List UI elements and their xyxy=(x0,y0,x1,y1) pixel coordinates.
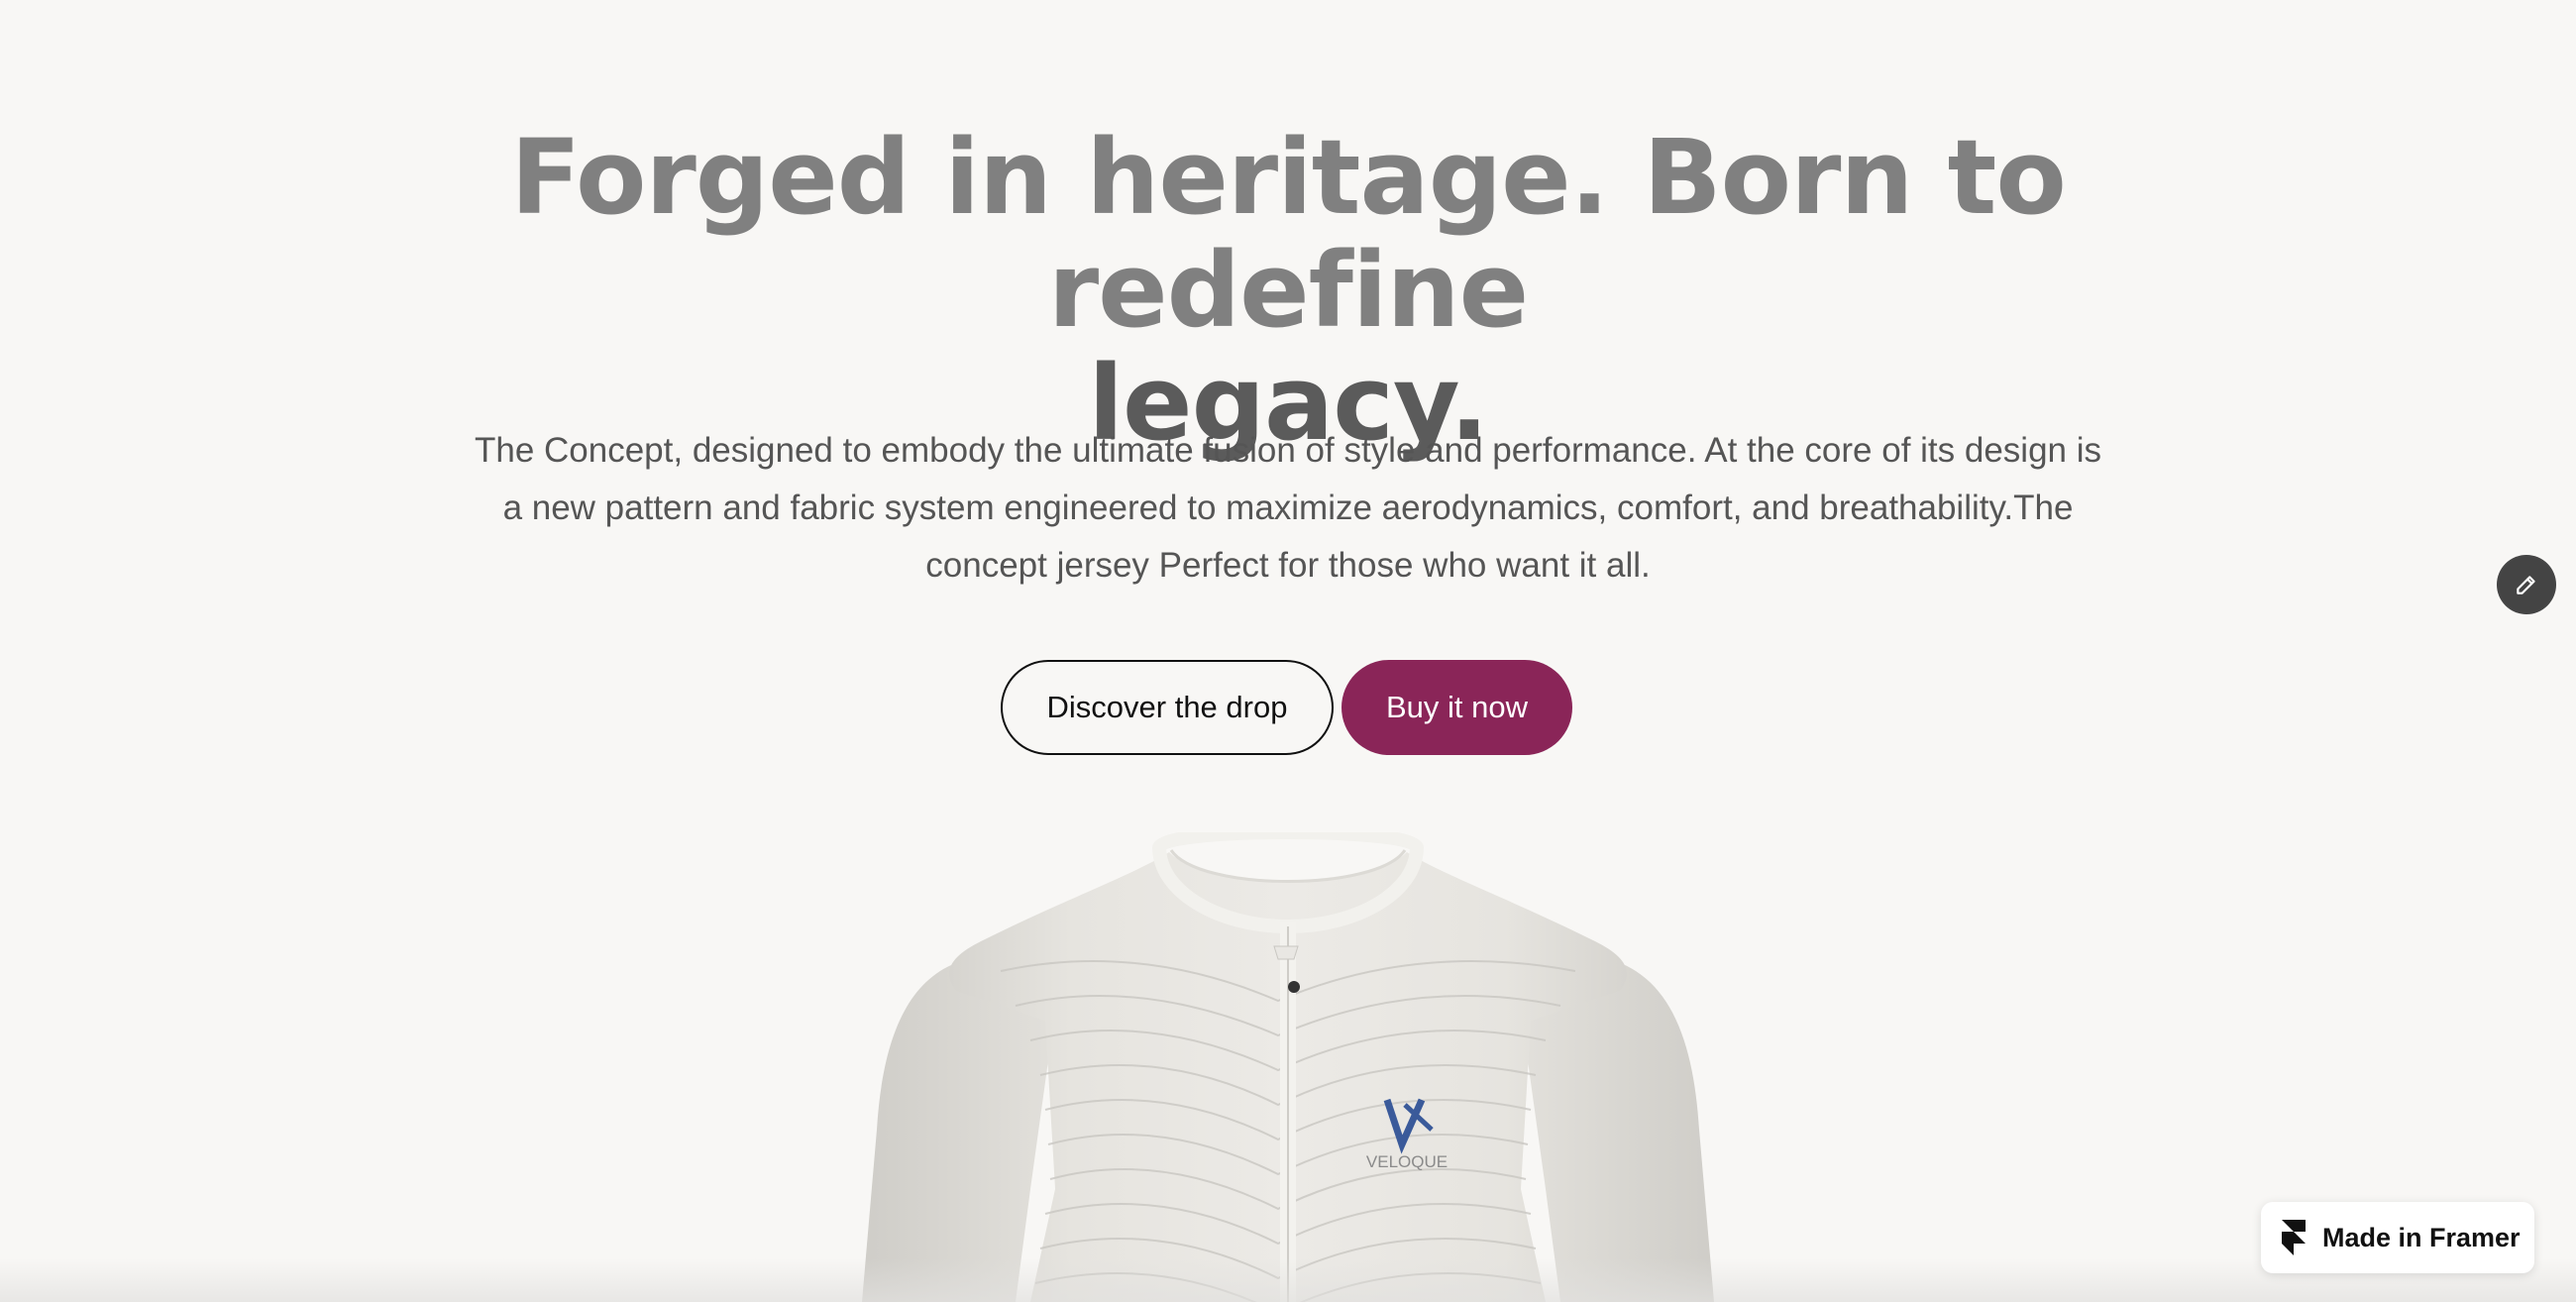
veloque-logo-text: VELOQUE xyxy=(1366,1152,1448,1171)
buy-it-now-button[interactable]: Buy it now xyxy=(1342,660,1572,755)
hero-description: The Concept, designed to embody the ulti… xyxy=(474,431,2102,585)
landing-page: Forged in heritage. Born to redefine leg… xyxy=(0,0,2576,1302)
made-in-framer-badge[interactable]: Made in Framer xyxy=(2261,1202,2534,1273)
made-in-framer-label: Made in Framer xyxy=(2322,1222,2521,1252)
jersey-illustration: VELOQUE xyxy=(862,825,1714,1302)
cta-buttons: Discover the drop Buy it now xyxy=(1001,660,1572,755)
hero-headline-line1: Forged in heritage. Born to redefine xyxy=(510,117,2067,351)
hero-headline: Forged in heritage. Born to redefine leg… xyxy=(297,121,2279,460)
framer-logo-icon xyxy=(2282,1220,2306,1255)
product-image: VELOQUE xyxy=(842,825,1734,1302)
pencil-icon xyxy=(2517,576,2535,595)
edit-button[interactable] xyxy=(2497,555,2556,614)
discover-the-drop-button[interactable]: Discover the drop xyxy=(1001,660,1334,755)
